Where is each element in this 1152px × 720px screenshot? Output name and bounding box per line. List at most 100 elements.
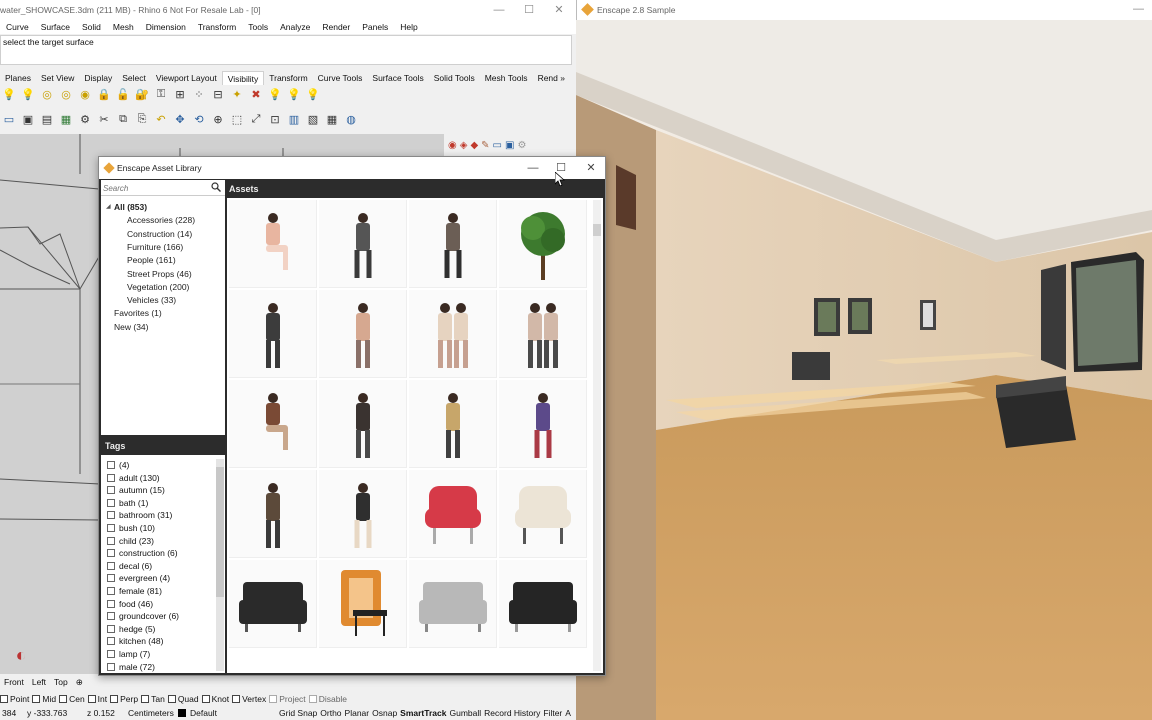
osnap-tan[interactable]: Tan: [141, 694, 165, 704]
tag-item[interactable]: decal (6): [107, 561, 152, 571]
open-icon[interactable]: ▣: [19, 111, 37, 128]
menu-item-panels[interactable]: Panels: [356, 20, 394, 34]
enscape-sync-icon[interactable]: ◆: [470, 140, 478, 151]
tag-item[interactable]: (4): [107, 460, 129, 470]
viewport-tab[interactable]: Top: [50, 677, 72, 687]
asset-thumbnail-sofa[interactable]: [499, 560, 587, 648]
lock-icon[interactable]: 🔒: [95, 86, 113, 103]
zoom-icon[interactable]: ⊕: [209, 111, 227, 128]
globe-icon[interactable]: ◍: [342, 111, 360, 128]
osnap-knot[interactable]: Knot: [201, 694, 229, 704]
osnap-checkbox[interactable]: [141, 694, 150, 703]
minimize-icon[interactable]: —: [490, 3, 508, 17]
asset-thumbnail-armchair[interactable]: [499, 470, 587, 558]
tag-checkbox[interactable]: [107, 536, 115, 545]
menu-item-surface[interactable]: Surface: [35, 20, 76, 34]
layout-icon[interactable]: ▧: [304, 111, 322, 128]
enscape-render-view[interactable]: [576, 0, 1152, 720]
osnap-checkbox[interactable]: [59, 694, 68, 703]
asset-thumbnail-person[interactable]: [229, 470, 317, 558]
menu-item-curve[interactable]: Curve: [0, 20, 35, 34]
status-toggle-a[interactable]: A: [565, 708, 571, 718]
tab-curve-tools[interactable]: Curve Tools: [313, 71, 368, 85]
enscape-start-icon[interactable]: ◉: [448, 140, 457, 151]
status-toggle-filter[interactable]: Filter: [543, 708, 562, 718]
tag-item[interactable]: adult (130): [107, 473, 160, 483]
tab-viewport-layout[interactable]: Viewport Layout: [151, 71, 222, 85]
category-item[interactable]: Favorites (1): [114, 308, 162, 318]
asset-thumbnail-sofa[interactable]: [229, 560, 317, 648]
rotate-view-icon[interactable]: ⟲: [190, 111, 208, 128]
zoom-window-icon[interactable]: ⬚: [228, 111, 246, 128]
asset-thumbnail-person[interactable]: [319, 290, 407, 378]
tab-visibility[interactable]: Visibility: [221, 71, 265, 85]
tag-checkbox[interactable]: [107, 574, 115, 583]
asset-thumbnail-person[interactable]: [409, 380, 497, 468]
asset-thumbnail-sofa[interactable]: [409, 560, 497, 648]
osnap-point[interactable]: Point: [0, 694, 29, 704]
tag-item[interactable]: male (72): [107, 662, 155, 672]
tag-item[interactable]: evergreen (4): [107, 573, 170, 583]
tag-item[interactable]: bath (1): [107, 498, 148, 508]
category-item[interactable]: Vehicles (33): [127, 295, 176, 305]
select-points-icon[interactable]: ⊞: [171, 86, 189, 103]
enscape-folder-icon[interactable]: ▭: [493, 140, 502, 151]
tag-checkbox[interactable]: [107, 637, 115, 646]
search-input[interactable]: [103, 182, 209, 194]
units[interactable]: Centimeters: [128, 708, 174, 718]
tag-checkbox[interactable]: [107, 498, 115, 507]
osnap-quad[interactable]: Quad: [167, 694, 199, 704]
tag-checkbox[interactable]: [107, 624, 115, 633]
tag-checkbox[interactable]: [107, 587, 115, 595]
new-icon[interactable]: ▭: [0, 111, 18, 128]
tab-select[interactable]: Select: [117, 71, 151, 85]
lightbulb-icon[interactable]: 💡: [0, 86, 18, 103]
menu-item-dimension[interactable]: Dimension: [140, 20, 192, 34]
print-icon[interactable]: ▦: [57, 111, 75, 128]
osnap-project[interactable]: Project: [269, 694, 306, 704]
viewport-tab[interactable]: ⊕: [72, 677, 87, 688]
points-on-icon[interactable]: ⁘: [190, 86, 208, 103]
search-icon[interactable]: [211, 182, 221, 192]
osnap-mid[interactable]: Mid: [32, 694, 56, 704]
asset-scrollbar[interactable]: [593, 200, 601, 671]
tab-rend-[interactable]: Rend »: [533, 71, 570, 85]
undo-icon[interactable]: ↶: [152, 111, 170, 128]
points-off-icon[interactable]: ⊟: [209, 86, 227, 103]
tag-item[interactable]: bush (10): [107, 523, 155, 533]
asset-library-titlebar[interactable]: Enscape Asset Library — ☐ ✕: [99, 157, 605, 179]
expand-arrow-icon[interactable]: ◢: [106, 203, 111, 210]
close-icon[interactable]: ✕: [550, 3, 568, 17]
osnap-checkbox[interactable]: [308, 694, 317, 703]
show-selected-icon[interactable]: ✦: [228, 86, 246, 103]
save-icon[interactable]: ▤: [38, 111, 56, 128]
bulb-green-icon[interactable]: 💡: [266, 86, 284, 103]
minimize-icon[interactable]: —: [525, 161, 541, 175]
tag-checkbox[interactable]: [107, 473, 115, 482]
paste-icon[interactable]: ⎘: [133, 111, 151, 128]
close-icon[interactable]: ✕: [583, 161, 599, 175]
osnap-vertex[interactable]: Vertex: [232, 694, 266, 704]
asset-thumbnail-person[interactable]: [499, 380, 587, 468]
tag-scrollbar[interactable]: [216, 459, 224, 671]
menu-item-render[interactable]: Render: [316, 20, 356, 34]
tab-transform[interactable]: Transform: [264, 71, 312, 85]
status-toggle-grid-snap[interactable]: Grid Snap: [279, 708, 317, 718]
tag-item[interactable]: hedge (5): [107, 624, 155, 634]
maximize-icon[interactable]: ☐: [520, 3, 538, 17]
status-toggle-gumball[interactable]: Gumball: [449, 708, 481, 718]
tag-checkbox[interactable]: [107, 549, 115, 558]
asset-thumbnail-armchair[interactable]: [409, 470, 497, 558]
enscape-views-icon[interactable]: ✎: [481, 140, 489, 151]
asset-thumbnail-person[interactable]: [229, 200, 317, 288]
bulb-off-icon[interactable]: 💡: [304, 86, 322, 103]
bulb-yellow-icon[interactable]: 💡: [285, 86, 303, 103]
minimize-icon[interactable]: —: [1133, 3, 1144, 15]
copy-icon[interactable]: ⧉: [114, 111, 132, 128]
show-icon[interactable]: ◎: [57, 86, 75, 103]
viewport-tab[interactable]: Left: [28, 677, 50, 687]
menu-item-analyze[interactable]: Analyze: [274, 20, 316, 34]
hide-points-icon[interactable]: ✖: [247, 86, 265, 103]
tag-checkbox[interactable]: [107, 612, 115, 621]
tab-mesh-tools[interactable]: Mesh Tools: [480, 71, 533, 85]
